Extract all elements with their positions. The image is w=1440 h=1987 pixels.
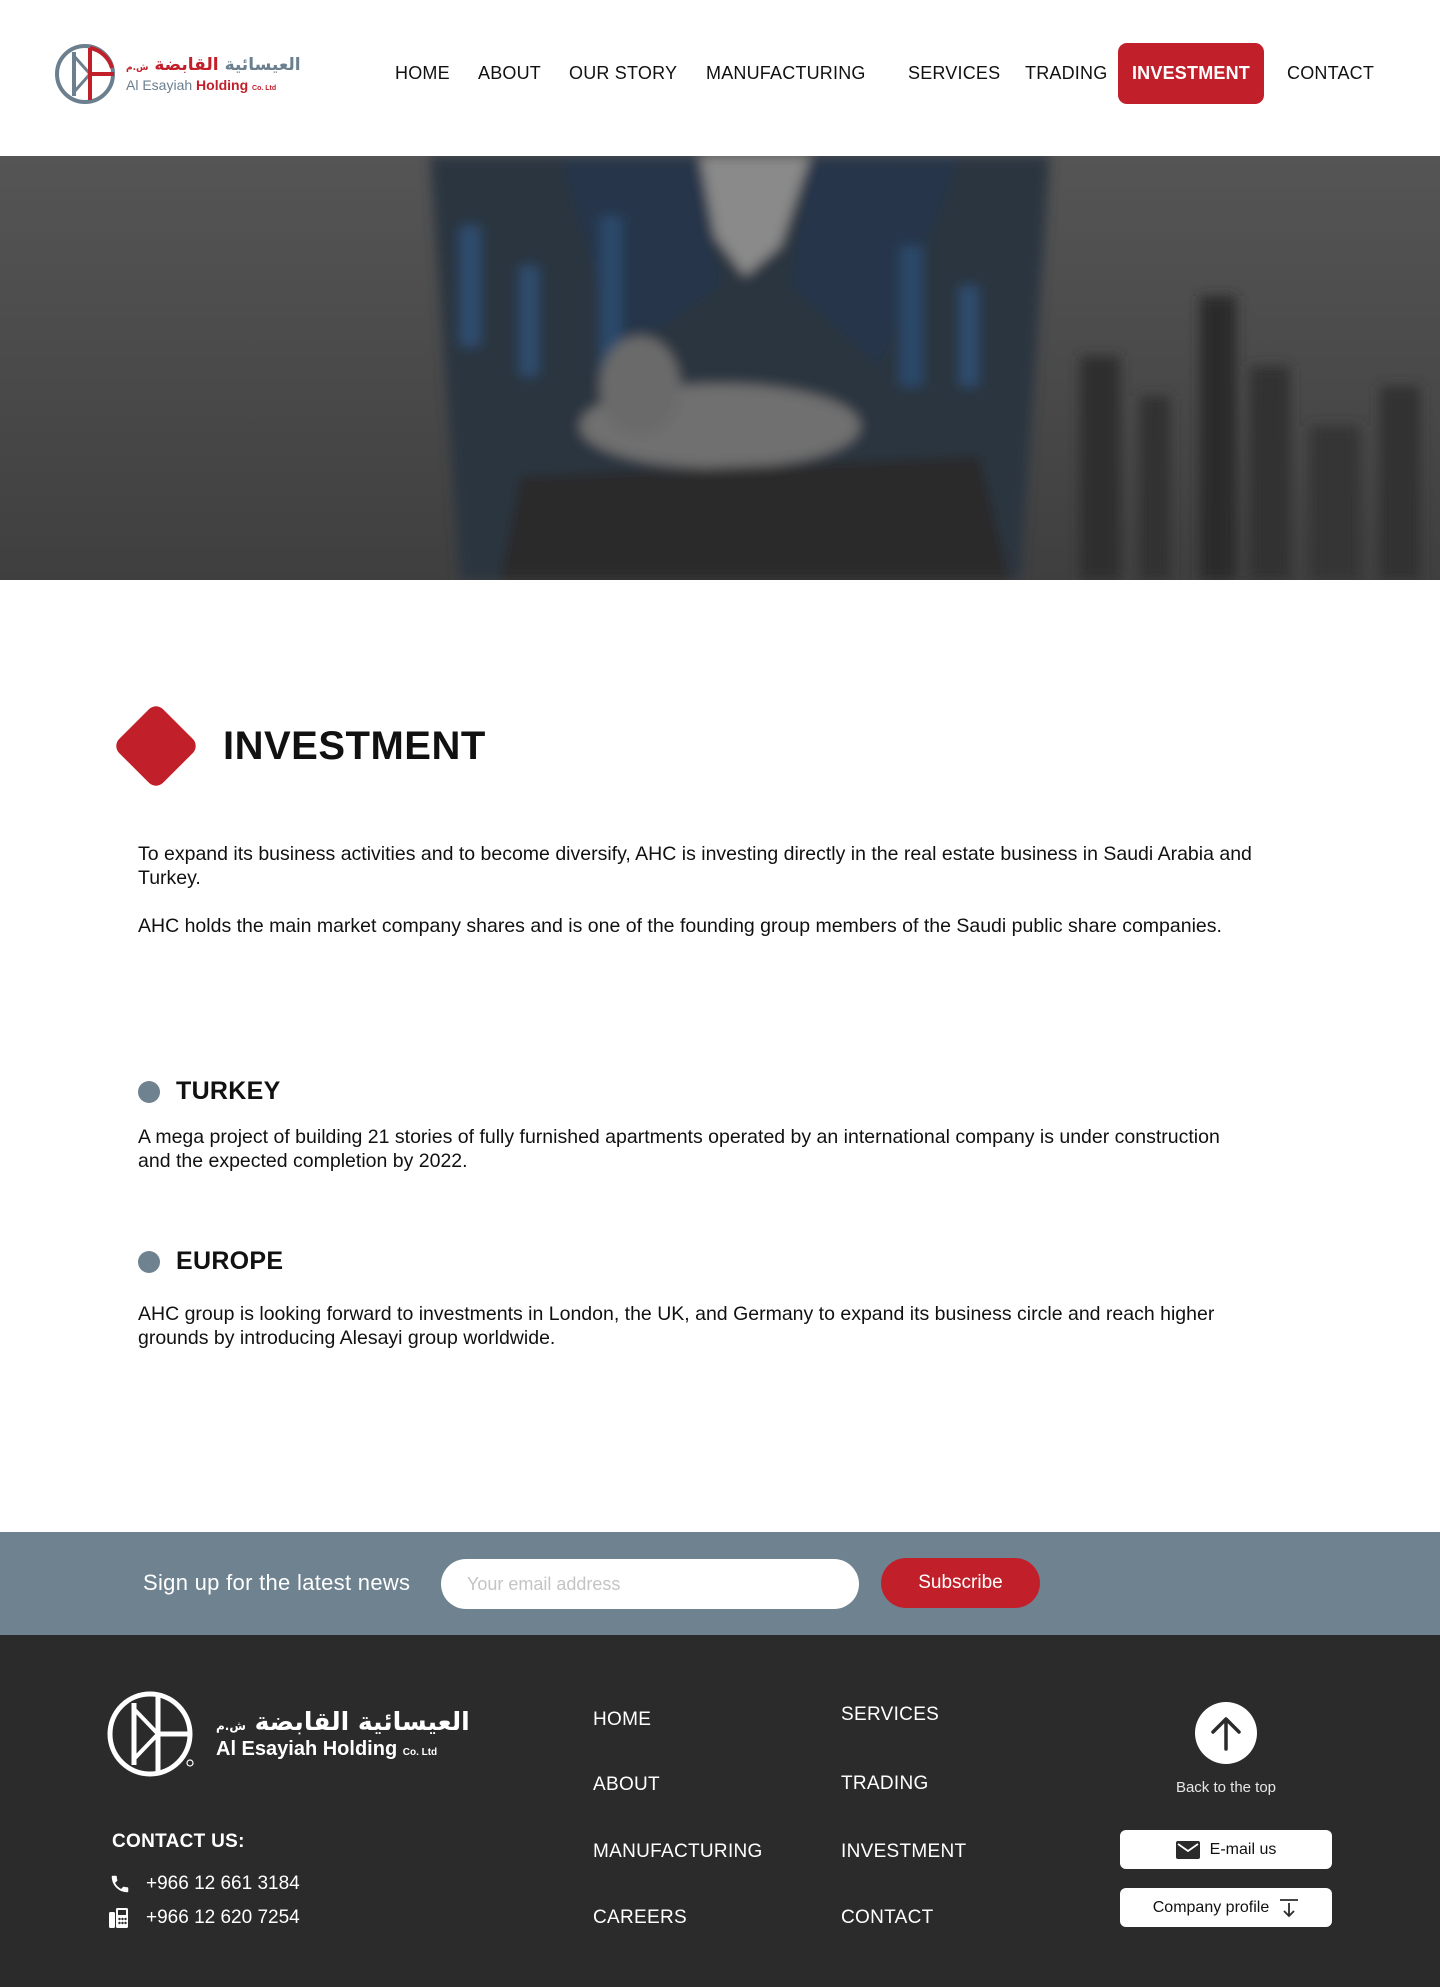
nav-home[interactable]: HOME	[395, 43, 450, 104]
footer-link-investment[interactable]: INVESTMENT	[841, 1841, 966, 1863]
brand-monogram-icon	[107, 1691, 194, 1777]
footer-brand-arabic: العيسائية القابضة ش.م	[216, 1707, 470, 1736]
subscribe-button[interactable]: Subscribe	[881, 1558, 1040, 1608]
phone-icon	[108, 1872, 132, 1896]
nav-our-story[interactable]: OUR STORY	[569, 43, 677, 104]
main-nav: HOME ABOUT OUR STORY MANUFACTURING SERVI…	[0, 43, 1440, 104]
site-header: العيسائية القابضة ش.م Al Esayiah Holding…	[0, 0, 1440, 156]
footer-link-services[interactable]: SERVICES	[841, 1704, 939, 1726]
footer-link-trading[interactable]: TRADING	[841, 1773, 929, 1795]
company-profile-label: Company profile	[1152, 1898, 1270, 1916]
footer-link-about[interactable]: ABOUT	[593, 1774, 660, 1796]
turkey-paragraph: A mega project of building 21 stories of…	[138, 1126, 1220, 1172]
back-to-top-label: Back to the top	[1175, 1779, 1277, 1796]
arrow-up-icon	[1211, 1717, 1241, 1751]
fax-number[interactable]: +966 12 620 7254	[108, 1906, 300, 1930]
footer-link-manufacturing[interactable]: MANUFACTURING	[593, 1841, 763, 1863]
email-us-button[interactable]: E-mail us	[1120, 1830, 1332, 1869]
europe-heading: EUROPE	[138, 1247, 283, 1276]
intro-paragraph-2: AHC holds the main market company shares…	[138, 915, 1222, 937]
nav-services[interactable]: SERVICES	[908, 43, 1000, 104]
europe-paragraph: AHC group is looking forward to investme…	[138, 1303, 1215, 1349]
footer-link-contact[interactable]: CONTACT	[841, 1907, 934, 1929]
newsletter-email-input[interactable]	[441, 1559, 859, 1609]
fax-icon	[108, 1906, 132, 1930]
newsletter-label: Sign up for the latest news	[143, 1570, 411, 1595]
diamond-icon	[112, 702, 200, 790]
phone-number[interactable]: +966 12 661 3184	[108, 1872, 300, 1896]
europe-title: EUROPE	[176, 1247, 284, 1275]
nav-about[interactable]: ABOUT	[478, 43, 541, 104]
download-icon	[1279, 1898, 1299, 1918]
nav-trading[interactable]: TRADING	[1025, 43, 1107, 104]
footer-brand-english: Al Esayiah Holding Co. Ltd	[216, 1738, 438, 1760]
fax-text: +966 12 620 7254	[146, 1907, 300, 1928]
footer-logo[interactable]: العيسائية القابضة ش.م Al Esayiah Holding…	[106, 1689, 470, 1779]
envelope-icon	[1175, 1840, 1200, 1859]
hero-banner	[0, 156, 1440, 580]
site-footer: العيسائية القابضة ش.م Al Esayiah Holding…	[0, 1635, 1440, 1987]
newsletter-bar: Sign up for the latest news Subscribe	[0, 1532, 1440, 1635]
nav-investment[interactable]: INVESTMENT	[1118, 43, 1264, 104]
bullet-dot-icon	[138, 1080, 160, 1103]
hero-image	[0, 156, 1440, 580]
back-to-top-button[interactable]	[1195, 1702, 1257, 1764]
bullet-dot-icon	[138, 1250, 160, 1273]
footer-link-careers[interactable]: CAREERS	[593, 1907, 687, 1929]
nav-contact[interactable]: CONTACT	[1287, 43, 1374, 104]
intro-paragraph-1: To expand its business activities and to…	[138, 843, 1252, 889]
phone-text: +966 12 661 3184	[146, 1873, 300, 1894]
footer-link-home[interactable]: HOME	[593, 1709, 651, 1731]
nav-manufacturing[interactable]: MANUFACTURING	[706, 43, 866, 104]
turkey-title: TURKEY	[176, 1077, 281, 1105]
contact-label: CONTACT US:	[112, 1831, 245, 1852]
turkey-heading: TURKEY	[138, 1077, 281, 1106]
email-us-label: E-mail us	[1209, 1840, 1277, 1858]
section-heading: INVESTMENT	[112, 702, 486, 790]
company-profile-button[interactable]: Company profile	[1120, 1888, 1332, 1927]
page-title: INVESTMENT	[223, 723, 486, 768]
